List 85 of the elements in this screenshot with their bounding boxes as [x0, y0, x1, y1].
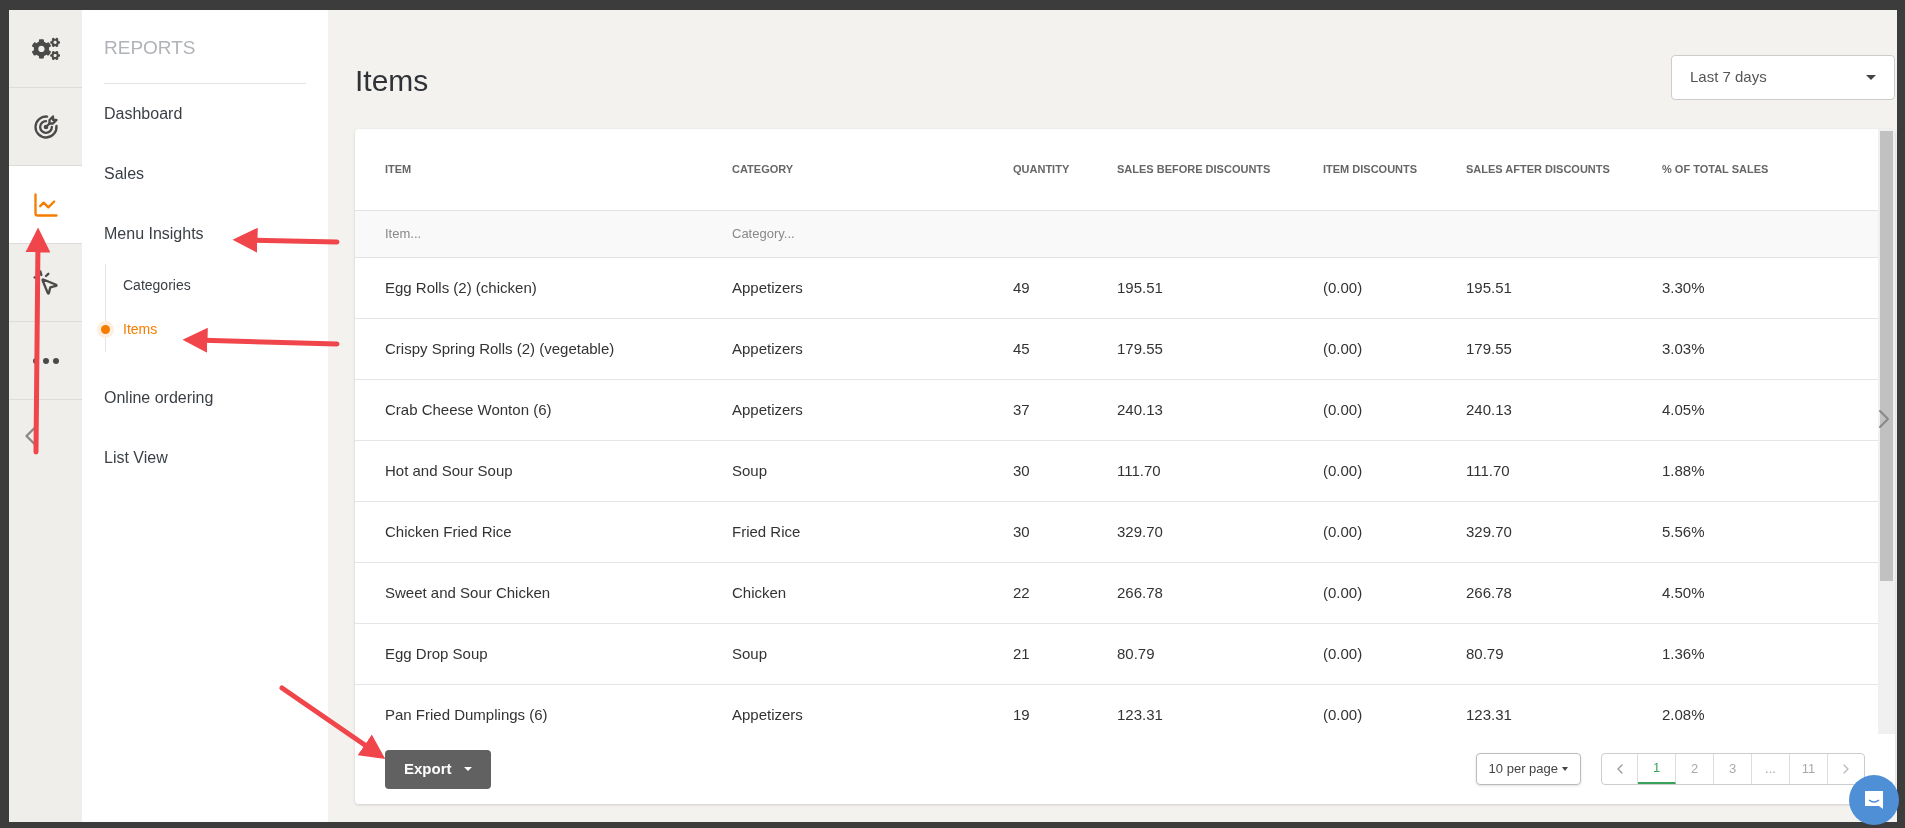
table-cell-text: 22 — [1013, 582, 1030, 603]
table-cell-text: 111.70 — [1117, 460, 1161, 481]
export-button[interactable]: Export — [385, 749, 491, 789]
table-cell-text: Appetizers — [732, 399, 803, 420]
filter-field[interactable]: Item... — [385, 224, 585, 244]
column-header: SALES AFTER DISCOUNTS — [1466, 162, 1610, 178]
table-cell-text: 4.50% — [1662, 582, 1705, 603]
table-cell-text: 329.70 — [1117, 521, 1163, 542]
table-cell-text: Appetizers — [732, 338, 803, 359]
table-cell-text: 1.36% — [1662, 643, 1705, 664]
per-page-dropdown[interactable]: 10 per page — [1475, 753, 1581, 785]
table-cell-text: (0.00) — [1323, 521, 1363, 542]
column-header: CATEGORY — [732, 162, 794, 178]
table-cell-text: Hot and Sour Soup — [385, 460, 513, 481]
table-cell-text: Soup — [732, 460, 768, 481]
line-chart-icon — [31, 190, 60, 219]
table-cell-text: 329.70 — [1466, 521, 1512, 542]
nav-link[interactable]: Menu Insights — [104, 203, 306, 264]
table-cell-text: (0.00) — [1323, 460, 1363, 481]
filter-field[interactable]: Category... — [732, 224, 932, 244]
table-cell-text: (0.00) — [1323, 643, 1363, 664]
table-cell-text: 19 — [1013, 704, 1030, 725]
column-header: QUANTITY — [1013, 162, 1070, 178]
date-range-dropdown[interactable]: Last 7 days — [1671, 55, 1895, 100]
column-header: ITEM DISCOUNTS — [1323, 162, 1418, 178]
table-cell-text: Crab Cheese Wonton (6) — [385, 399, 552, 420]
table-cell-text: Fried Rice — [732, 521, 801, 542]
table-cell-text: 49 — [1013, 277, 1030, 298]
table-cell-text: Soup — [732, 643, 768, 664]
table-cell-text: Crispy Spring Rolls (2) (vegetable) — [385, 338, 615, 359]
caret-icon — [463, 767, 472, 771]
table-cell-text: (0.00) — [1323, 277, 1363, 298]
table-cell-text: 1.88% — [1662, 460, 1705, 481]
section-heading: REPORTS — [104, 34, 306, 84]
table-cell-text: 240.13 — [1117, 399, 1163, 420]
table-cell-text: Chicken Fried Rice — [385, 521, 512, 542]
page-title: Items — [355, 63, 429, 99]
table-cell-text: 5.56% — [1662, 521, 1705, 542]
nav-link[interactable]: Online ordering — [104, 367, 306, 428]
table-cell-text: 195.51 — [1117, 277, 1163, 298]
nav-link[interactable]: List View — [104, 427, 306, 488]
nav-link[interactable]: Sales — [104, 143, 306, 204]
table-cell-text: 2.08% — [1662, 704, 1705, 725]
table-cell-text: 3.03% — [1662, 338, 1705, 359]
table-cell-text: 3.30% — [1662, 277, 1705, 298]
column-header: ITEM — [385, 162, 412, 178]
table-cell-text: 195.51 — [1466, 277, 1512, 298]
table-cell-text: 80.79 — [1117, 643, 1155, 664]
table-cell-text: 30 — [1013, 521, 1030, 542]
table-cell-text: 21 — [1013, 643, 1030, 664]
caret-icon — [1562, 767, 1568, 771]
table-cell-text: (0.00) — [1323, 338, 1363, 359]
table-cell-text: 266.78 — [1466, 582, 1512, 603]
table-cell-text: 80.79 — [1466, 643, 1504, 664]
table-cell-text: Sweet and Sour Chicken — [385, 582, 551, 603]
scrollbar[interactable] — [1878, 129, 1895, 734]
table-cell-text: 30 — [1013, 460, 1030, 481]
nav-link[interactable]: Dashboard — [104, 83, 306, 144]
table-cell-text: 4.05% — [1662, 399, 1705, 420]
table-cell-text: 179.55 — [1466, 338, 1512, 359]
table-cell-text: 123.31 — [1466, 704, 1512, 725]
table-cell-text: (0.00) — [1323, 704, 1363, 725]
table-cell-text: 266.78 — [1117, 582, 1163, 603]
table-cell-text: (0.00) — [1323, 399, 1363, 420]
table-cell-text: Appetizers — [732, 277, 803, 298]
table-cell-text: 37 — [1013, 399, 1030, 420]
table-cell-text: Egg Rolls (2) (chicken) — [385, 277, 537, 298]
table-cell-text: 45 — [1013, 338, 1030, 359]
table-cell-text: (0.00) — [1323, 582, 1363, 603]
column-header: SALES BEFORE DISCOUNTS — [1117, 162, 1271, 178]
sub-nav-link[interactable]: Categories — [123, 275, 191, 296]
table-cell-text: Pan Fried Dumplings (6) — [385, 704, 548, 725]
target-arrow-icon — [31, 112, 60, 141]
table-cell-text: 123.31 — [1117, 704, 1163, 725]
table-cell-text: Egg Drop Soup — [385, 643, 488, 664]
more-icon — [32, 357, 59, 364]
column-header: % OF TOTAL SALES — [1662, 162, 1769, 178]
chat-icon — [1862, 788, 1886, 812]
cursor-click-icon — [31, 268, 60, 297]
caret-icon — [1866, 75, 1876, 80]
table-cell-text: 179.55 — [1117, 338, 1163, 359]
table-cell-text: Chicken — [732, 582, 787, 603]
table-cell-text: 111.70 — [1466, 460, 1510, 481]
table-cell-text: Appetizers — [732, 704, 803, 725]
table-cell-text: 240.13 — [1466, 399, 1512, 420]
